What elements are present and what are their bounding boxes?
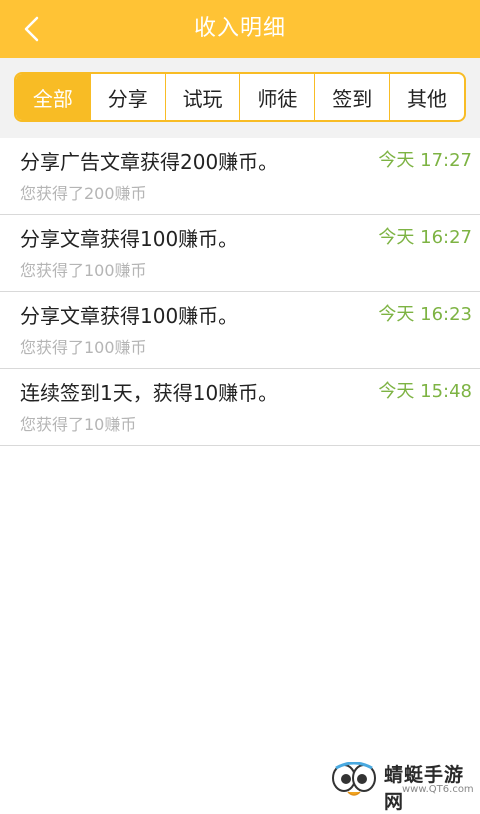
watermark: 蜻蜓手游网 www.QT6.com bbox=[330, 758, 480, 813]
list-item[interactable]: 分享文章获得100赚币。 您获得了100赚币 今天 16:27 bbox=[0, 215, 480, 292]
record-subtitle: 您获得了100赚币 bbox=[20, 338, 147, 357]
tab-all[interactable]: 全部 bbox=[16, 74, 90, 120]
filter-tabs: 全部 分享 试玩 师徒 签到 其他 bbox=[14, 72, 466, 122]
cartoon-eyes-logo bbox=[332, 762, 376, 796]
income-list: 分享广告文章获得200赚币。 您获得了200赚币 今天 17:27 分享文章获得… bbox=[0, 138, 480, 446]
list-item[interactable]: 分享广告文章获得200赚币。 您获得了200赚币 今天 17:27 bbox=[0, 138, 480, 215]
tab-trial[interactable]: 试玩 bbox=[164, 74, 240, 120]
record-subtitle: 您获得了100赚币 bbox=[20, 261, 147, 280]
watermark-url: www.QT6.com bbox=[402, 784, 474, 795]
page-title: 收入明细 bbox=[193, 16, 286, 41]
record-title: 连续签到1天，获得10赚币。 bbox=[20, 381, 279, 405]
tab-other[interactable]: 其他 bbox=[389, 74, 464, 120]
record-time: 今天 17:27 bbox=[378, 150, 472, 171]
record-time: 今天 16:23 bbox=[378, 304, 472, 325]
app-header: 收入明细 bbox=[0, 0, 480, 58]
record-time: 今天 15:48 bbox=[378, 381, 472, 402]
record-title: 分享广告文章获得200赚币。 bbox=[20, 150, 279, 174]
record-title: 分享文章获得100赚币。 bbox=[20, 304, 239, 328]
tab-checkin[interactable]: 签到 bbox=[314, 74, 389, 120]
record-time: 今天 16:27 bbox=[378, 227, 472, 248]
list-item[interactable]: 连续签到1天，获得10赚币。 您获得了10赚币 今天 15:48 bbox=[0, 369, 480, 446]
record-subtitle: 您获得了10赚币 bbox=[20, 415, 137, 434]
list-item[interactable]: 分享文章获得100赚币。 您获得了100赚币 今天 16:23 bbox=[0, 292, 480, 369]
tab-mentor[interactable]: 师徒 bbox=[239, 74, 314, 120]
record-title: 分享文章获得100赚币。 bbox=[20, 227, 239, 251]
record-subtitle: 您获得了200赚币 bbox=[20, 184, 147, 203]
tab-share[interactable]: 分享 bbox=[89, 74, 165, 120]
filter-bar: 全部 分享 试玩 师徒 签到 其他 bbox=[0, 58, 480, 138]
